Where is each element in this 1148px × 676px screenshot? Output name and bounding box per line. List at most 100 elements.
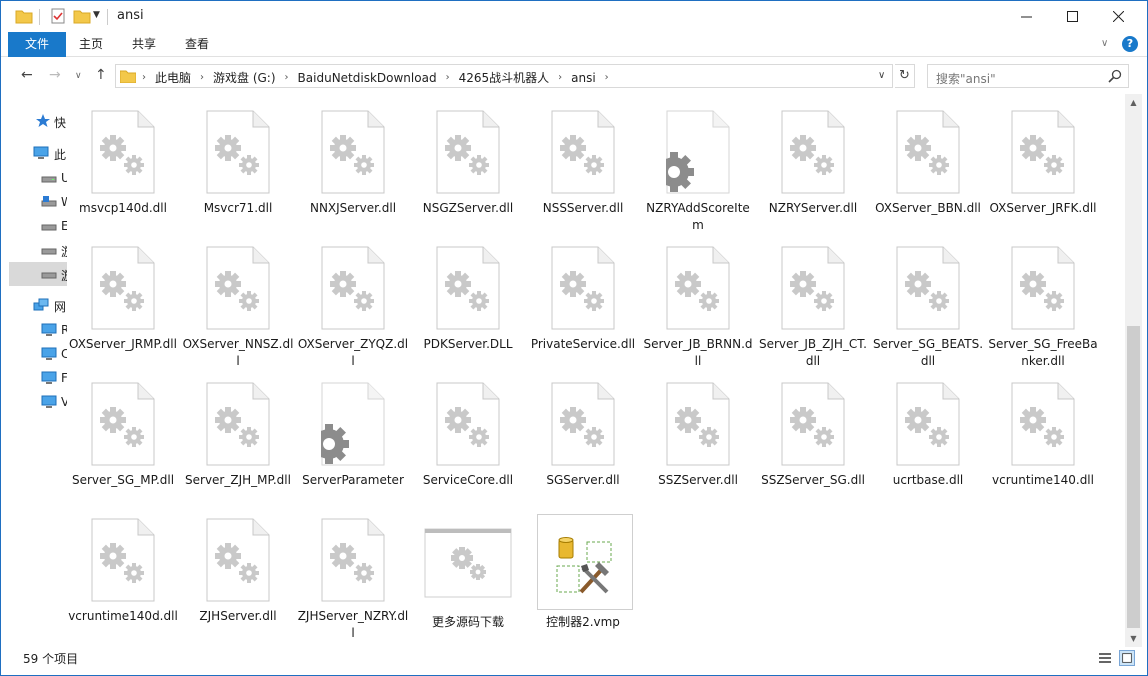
file-item[interactable]: Server_SG_MP.dll <box>67 382 179 518</box>
file-item[interactable]: NSGZServer.dll <box>412 110 524 246</box>
network-icon <box>33 298 49 311</box>
scroll-up-button[interactable]: ▲ <box>1125 94 1142 111</box>
file-item[interactable]: NSSServer.dll <box>527 110 639 246</box>
nav-item-computer[interactable]: F <box>1 366 68 390</box>
chevron-right-icon[interactable]: › <box>446 72 450 83</box>
dll-file-icon <box>781 382 845 466</box>
computer-icon <box>41 347 57 360</box>
chevron-right-icon[interactable]: › <box>285 72 289 83</box>
nav-item-computer[interactable]: R <box>1 318 69 342</box>
file-item[interactable]: ZJHServer.dll <box>182 518 294 647</box>
chevron-right-icon[interactable]: › <box>558 72 562 83</box>
breadcrumb-item[interactable]: 此电脑 <box>155 69 191 86</box>
file-item[interactable]: vcruntime140.dll <box>987 382 1099 518</box>
file-item[interactable]: 更多源码下载 <box>412 518 524 647</box>
breadcrumb-item[interactable]: 4265战斗机器人 <box>459 69 550 86</box>
file-item[interactable]: SGServer.dll <box>527 382 639 518</box>
file-item[interactable]: OXServer_BBN.dll <box>872 110 984 246</box>
file-item[interactable]: OXServer_NNSZ.dll <box>182 246 294 382</box>
up-button[interactable]: ↑ <box>95 67 107 83</box>
dll-file-icon <box>1011 110 1075 194</box>
file-item[interactable]: ServiceCore.dll <box>412 382 524 518</box>
chevron-right-icon[interactable]: › <box>142 72 146 83</box>
vertical-scrollbar[interactable]: ▲ ▼ <box>1125 94 1142 647</box>
tab-view[interactable]: 查看 <box>173 32 221 57</box>
file-item[interactable]: OXServer_ZYQZ.dll <box>297 246 409 382</box>
file-name: Server_SG_BEATS.dll <box>872 337 984 368</box>
back-button[interactable]: ← <box>21 67 33 83</box>
file-name: SSZServer.dll <box>658 473 738 487</box>
file-item[interactable]: ucrtbase.dll <box>872 382 984 518</box>
chevron-down-icon[interactable]: ∨ <box>878 70 885 81</box>
recent-locations-icon[interactable]: ∨ <box>75 71 82 81</box>
new-folder-icon[interactable] <box>73 7 91 25</box>
nav-item-network[interactable]: 网 <box>1 293 67 317</box>
file-name: Msvcr71.dll <box>203 201 273 215</box>
breadcrumb-item[interactable]: BaiduNetdiskDownload <box>298 71 437 85</box>
chevron-right-icon[interactable]: › <box>605 72 609 83</box>
file-item[interactable]: Msvcr71.dll <box>182 110 294 246</box>
refresh-button[interactable]: ↻ <box>895 64 915 88</box>
close-button[interactable] <box>1095 1 1141 31</box>
nav-item-computer[interactable]: V <box>1 390 69 414</box>
nav-item-windows-drive[interactable]: W <box>1 190 73 214</box>
maximize-button[interactable] <box>1049 1 1095 31</box>
dll-file-icon <box>206 246 270 330</box>
file-item[interactable]: NNXJServer.dll <box>297 110 409 246</box>
quick-access-dropdown-icon[interactable]: ▼ <box>93 10 103 28</box>
file-item[interactable]: 控制器2.vmp <box>527 514 639 647</box>
file-name: PDKServer.DLL <box>423 337 513 351</box>
tab-home[interactable]: 主页 <box>67 32 115 57</box>
address-bar[interactable]: › 此电脑 › 游戏盘 (G:) › BaiduNetdiskDownload … <box>115 64 893 88</box>
file-name: ZJHServer.dll <box>199 609 277 623</box>
nav-item-quick-access[interactable]: 快 <box>1 109 67 133</box>
file-item[interactable]: PDKServer.DLL <box>412 246 524 382</box>
nav-item-drive[interactable]: E <box>1 214 69 238</box>
nav-item-game-drive[interactable]: 游 <box>9 262 73 286</box>
chevron-right-icon[interactable]: › <box>200 72 204 83</box>
dll-file-icon <box>666 382 730 466</box>
file-item[interactable]: Server_JB_ZJH_CT.dll <box>757 246 869 382</box>
window-title: ansi <box>117 8 144 23</box>
file-item[interactable]: vcruntime140d.dll <box>67 518 179 647</box>
file-item[interactable]: Server_JB_BRNN.dll <box>642 246 754 382</box>
minimize-button[interactable] <box>1003 1 1049 31</box>
search-input[interactable]: 搜索"ansi" <box>927 64 1129 88</box>
dll-file-icon <box>1011 382 1075 466</box>
file-item[interactable]: SSZServer.dll <box>642 382 754 518</box>
computer-icon <box>41 395 57 408</box>
nav-item-this-pc[interactable]: 此 <box>1 141 67 165</box>
nav-item-computer[interactable]: C <box>1 342 69 366</box>
file-item[interactable]: OXServer_JRMP.dll <box>67 246 179 382</box>
vmp-file-icon <box>537 514 635 612</box>
scroll-down-button[interactable]: ▼ <box>1125 630 1142 647</box>
details-view-icon[interactable] <box>1097 650 1113 666</box>
dll-file-icon <box>551 110 615 194</box>
file-item[interactable]: ServerParameter <box>297 382 409 518</box>
scrollbar-thumb[interactable] <box>1127 326 1140 628</box>
dll-file-icon <box>551 382 615 466</box>
file-item[interactable]: NZRYServer.dll <box>757 110 869 246</box>
file-item[interactable]: Server_ZJH_MP.dll <box>182 382 294 518</box>
tab-share[interactable]: 共享 <box>119 32 169 57</box>
properties-icon[interactable] <box>49 7 67 25</box>
nav-item-drive[interactable]: U <box>1 166 70 190</box>
breadcrumb-item[interactable]: 游戏盘 (G:) <box>213 69 276 86</box>
file-item[interactable]: PrivateService.dll <box>527 246 639 382</box>
file-item[interactable]: OXServer_JRFK.dll <box>987 110 1099 246</box>
drive-icon <box>41 248 57 255</box>
file-item[interactable]: Server_SG_FreeBanker.dll <box>987 246 1099 382</box>
file-item[interactable]: SSZServer_SG.dll <box>757 382 869 518</box>
file-item[interactable]: NZRYAddScoreItem <box>642 110 754 246</box>
tab-file[interactable]: 文件 <box>8 32 66 57</box>
forward-button[interactable]: → <box>49 67 61 83</box>
computer-icon <box>41 323 57 336</box>
expand-ribbon-icon[interactable]: ∨ <box>1101 38 1108 49</box>
file-item[interactable]: ZJHServer_NZRY.dll <box>297 518 409 647</box>
nav-item-drive[interactable]: 游 <box>1 238 73 262</box>
large-icons-view-icon[interactable] <box>1119 650 1135 666</box>
help-icon[interactable]: ? <box>1122 36 1138 52</box>
file-item[interactable]: Server_SG_BEATS.dll <box>872 246 984 382</box>
file-item[interactable]: msvcp140d.dll <box>67 110 179 246</box>
breadcrumb-item[interactable]: ansi <box>571 71 596 85</box>
